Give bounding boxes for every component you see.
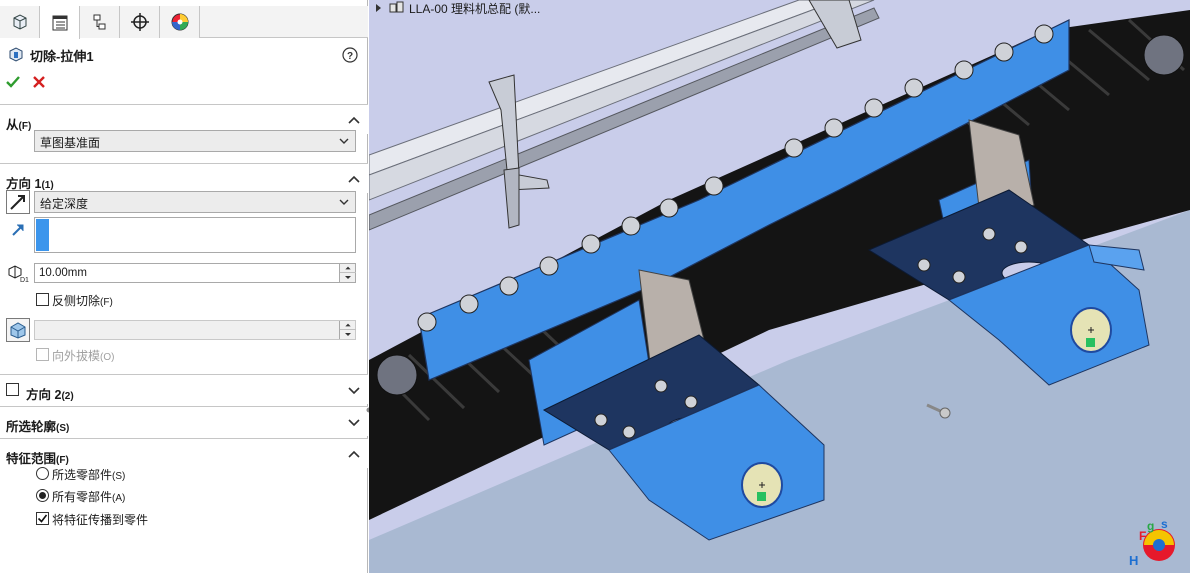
draft-angle-spinner [339,321,356,339]
all-components-radio[interactable] [36,489,49,502]
feature-scope-label: 特征范围 [6,452,57,466]
feature-scope-shortcut: (F) [56,455,69,466]
depth-input[interactable]: 10.00mm [34,263,356,283]
draft-outward-label: 向外拔模 [52,349,101,363]
manager-tab-bar [0,6,368,39]
direction2-section-header[interactable]: 方向 2(2) [0,374,368,404]
all-components-label: 所有零部件 [52,490,113,504]
feature-scope-section-header[interactable]: 特征范围(F) [0,438,368,468]
assembly-tree-root[interactable]: LLA-00 理料机总配 (默... [409,0,540,17]
feature-tree-icon [13,14,26,30]
flip-side-to-cut-shortcut: (F) [100,297,113,308]
from-start-condition-value: 草图基准面 [40,136,101,150]
spin-down-icon [345,333,351,336]
feature-title: 切除-拉伸1 [30,49,94,64]
direction1-section-header[interactable]: 方向 1(1) [0,163,368,193]
svg-text:F: F [1139,529,1146,543]
help-icon[interactable]: ? [342,47,358,63]
collapse-chevron-icon [348,175,360,183]
selected-components-shortcut: (S) [112,471,126,482]
direction1-shortcut: (1) [41,180,54,191]
depth-spinner[interactable] [339,264,356,282]
dropdown-arrow-icon [339,199,349,205]
tree-expand-arrow-icon[interactable] [373,2,385,14]
draft-toggle-button[interactable] [6,318,30,342]
depth-icon: D1 [8,265,29,283]
from-shortcut: (F) [18,121,32,132]
selected-components-label: 所选零部件 [52,468,113,482]
svg-text:s: s [1161,517,1168,531]
selected-contours-shortcut: (S) [56,423,70,434]
from-start-condition-select[interactable]: 草图基准面 [34,130,356,152]
direction-vector-icon [12,224,24,236]
direction2-label: 方向 2 [26,388,62,402]
spin-down-icon[interactable] [340,273,356,282]
draft-angle-input [34,320,356,340]
selected-components-radio[interactable] [36,467,49,480]
checkmark-icon [37,514,48,523]
assembly-icon [389,1,404,13]
flip-side-to-cut-checkbox[interactable] [36,293,49,306]
direction2-checkbox[interactable] [6,383,19,396]
cancel-button[interactable] [30,73,48,91]
featuremanager-tab[interactable] [0,6,40,38]
configuration-icon [93,14,105,30]
propagate-feature-label: 将特征传播到零件 [52,513,149,527]
displaymanager-tab[interactable] [160,6,200,38]
dropdown-arrow-icon [339,138,349,144]
depth-value: 10.00mm [39,267,87,279]
model-render: H F g s [369,0,1190,573]
svg-text:D1: D1 [20,277,29,283]
property-list-icon [52,15,67,30]
direction-selection-box[interactable] [34,217,356,253]
selected-contours-label: 所选轮廓 [6,420,57,434]
direction1-label: 方向 1 [6,177,42,191]
end-condition-value: 给定深度 [40,197,89,211]
selected-contours-section-header[interactable]: 所选轮廓(S) [0,406,368,436]
draft-outward-checkbox [36,348,49,361]
expand-chevron-icon [348,387,360,395]
propertymanager-tab[interactable] [40,6,80,39]
collapse-chevron-icon [348,450,360,458]
ok-button[interactable] [4,73,22,91]
spin-up-icon [340,323,356,330]
propagate-feature-checkbox[interactable] [36,512,49,525]
svg-text:?: ? [347,51,353,62]
selection-focus-marker [36,219,49,251]
direction2-shortcut: (2) [61,391,74,402]
appearance-ball-icon [171,13,188,31]
end-condition-select[interactable]: 给定深度 [34,191,356,213]
graphics-viewport[interactable]: H F g s LLA-00 理料机总配 (默... [369,0,1190,573]
crosshair-icon [130,13,149,31]
draft-icon [10,322,26,339]
expand-chevron-icon [348,419,360,427]
dimxpert-tab[interactable] [120,6,160,38]
all-components-shortcut: (A) [112,493,126,504]
reverse-direction-button[interactable] [6,190,30,214]
configurationmanager-tab[interactable] [80,6,120,38]
svg-text:g: g [1147,519,1154,533]
from-label: 从 [6,118,19,132]
collapse-chevron-icon [348,116,360,124]
cut-extrude-icon [9,47,23,62]
draft-outward-shortcut: (O) [100,352,115,363]
reverse-direction-icon [10,195,25,210]
flip-side-to-cut-label: 反侧切除 [52,294,101,308]
spin-up-icon[interactable] [340,264,356,273]
svg-text:H: H [1129,553,1138,568]
property-manager-panel: 切除-拉伸1 ? 从(F) 草图基准面 方向 1(1) 给定深度 D1 10.0… [0,0,372,573]
